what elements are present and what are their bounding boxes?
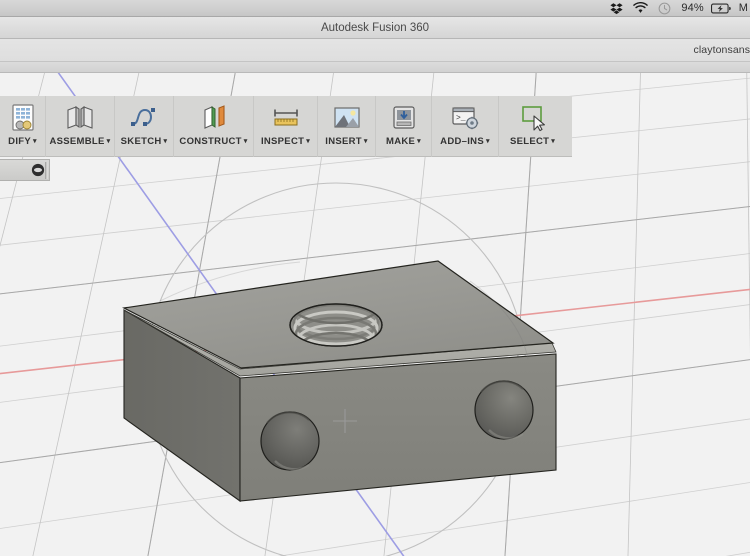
toolbar-item-select[interactable]: SELECT ▾ [499,96,566,157]
battery-percent-label: 94% [681,2,704,14]
time-machine-icon-glyph [659,2,671,14]
browser-panel[interactable] [0,159,50,181]
main-toolbar: DIFY ▾ ASSEMBLE ▾ SKETCH ▾ CONSTRUCT ▾ I… [0,96,572,157]
fusion360-window: Autodesk Fusion 360 claytonsansb DIFY▾ [0,17,750,556]
insert-icon [333,107,360,128]
toolbar-item-add-ins[interactable]: >_ ADD–INS ▾ [432,96,499,157]
assemble-icon [67,105,93,129]
menubar-trailing-label: M [738,2,748,14]
window-title-bar: Autodesk Fusion 360 [0,17,750,39]
macos-menu-bar: 94% M [0,0,750,17]
toolbar-label-add-ins: ADD–INS ▾ [440,136,490,147]
account-bar: claytonsansb [0,39,750,62]
make-icon [392,106,415,129]
wifi-icon[interactable] [628,0,653,17]
toolbar-label-assemble: ASSEMBLE ▾ [49,136,111,147]
toolbar-item-insert[interactable]: INSERT ▾ [318,96,376,157]
battery-charging-icon[interactable] [709,0,736,17]
inspect-icon [273,109,298,126]
toolbar-item-assemble[interactable]: ASSEMBLE ▾ [46,96,115,157]
account-username[interactable]: claytonsansb [694,44,750,56]
window-title: Autodesk Fusion 360 [320,21,430,34]
battery-charging-icon-glyph [710,3,731,13]
dropbox-icon-glyph [610,2,623,14]
modify-icon [11,104,34,131]
toolbar-label-insert: INSERT ▾ [325,136,368,147]
toolbar-label-make: MAKE ▾ [386,136,421,147]
toolbar-tab-strip [0,62,750,73]
browser-panel-resize-grip[interactable] [45,162,48,179]
toolbar-label-sketch: SKETCH ▾ [120,136,168,147]
toolbar-label-select: SELECT ▾ [509,136,556,147]
eye-visibility-icon[interactable] [31,163,45,177]
toolbar-item-modify[interactable]: DIFY ▾ [0,96,46,157]
sketch-icon [131,108,155,126]
menubar-trailing-glyph: M [736,0,748,17]
toolbar-item-construct[interactable]: CONSTRUCT ▾ [174,96,254,157]
select-icon [521,106,545,132]
construct-icon [203,105,225,129]
toolbar-item-sketch[interactable]: SKETCH ▾ [115,96,174,157]
toolbar-item-make[interactable]: MAKE ▾ [376,96,432,157]
side-hole-left[interactable] [260,411,320,471]
toolbar-item-inspect[interactable]: INSPECT ▾ [254,96,318,157]
toolbar-label-construct: CONSTRUCT ▾ [179,136,248,147]
wifi-icon-glyph [633,2,649,13]
dropbox-icon[interactable] [605,0,628,17]
svg-text:>_: >_ [456,114,466,123]
toolbar-label-inspect: INSPECT ▾ [260,136,311,147]
time-machine-icon[interactable] [653,0,676,17]
toolbar-label-modify: DIFY ▾ [8,136,37,147]
battery-status[interactable]: 94% [676,0,708,17]
side-hole-right[interactable] [474,380,534,440]
add-ins-icon: >_ [452,107,479,130]
